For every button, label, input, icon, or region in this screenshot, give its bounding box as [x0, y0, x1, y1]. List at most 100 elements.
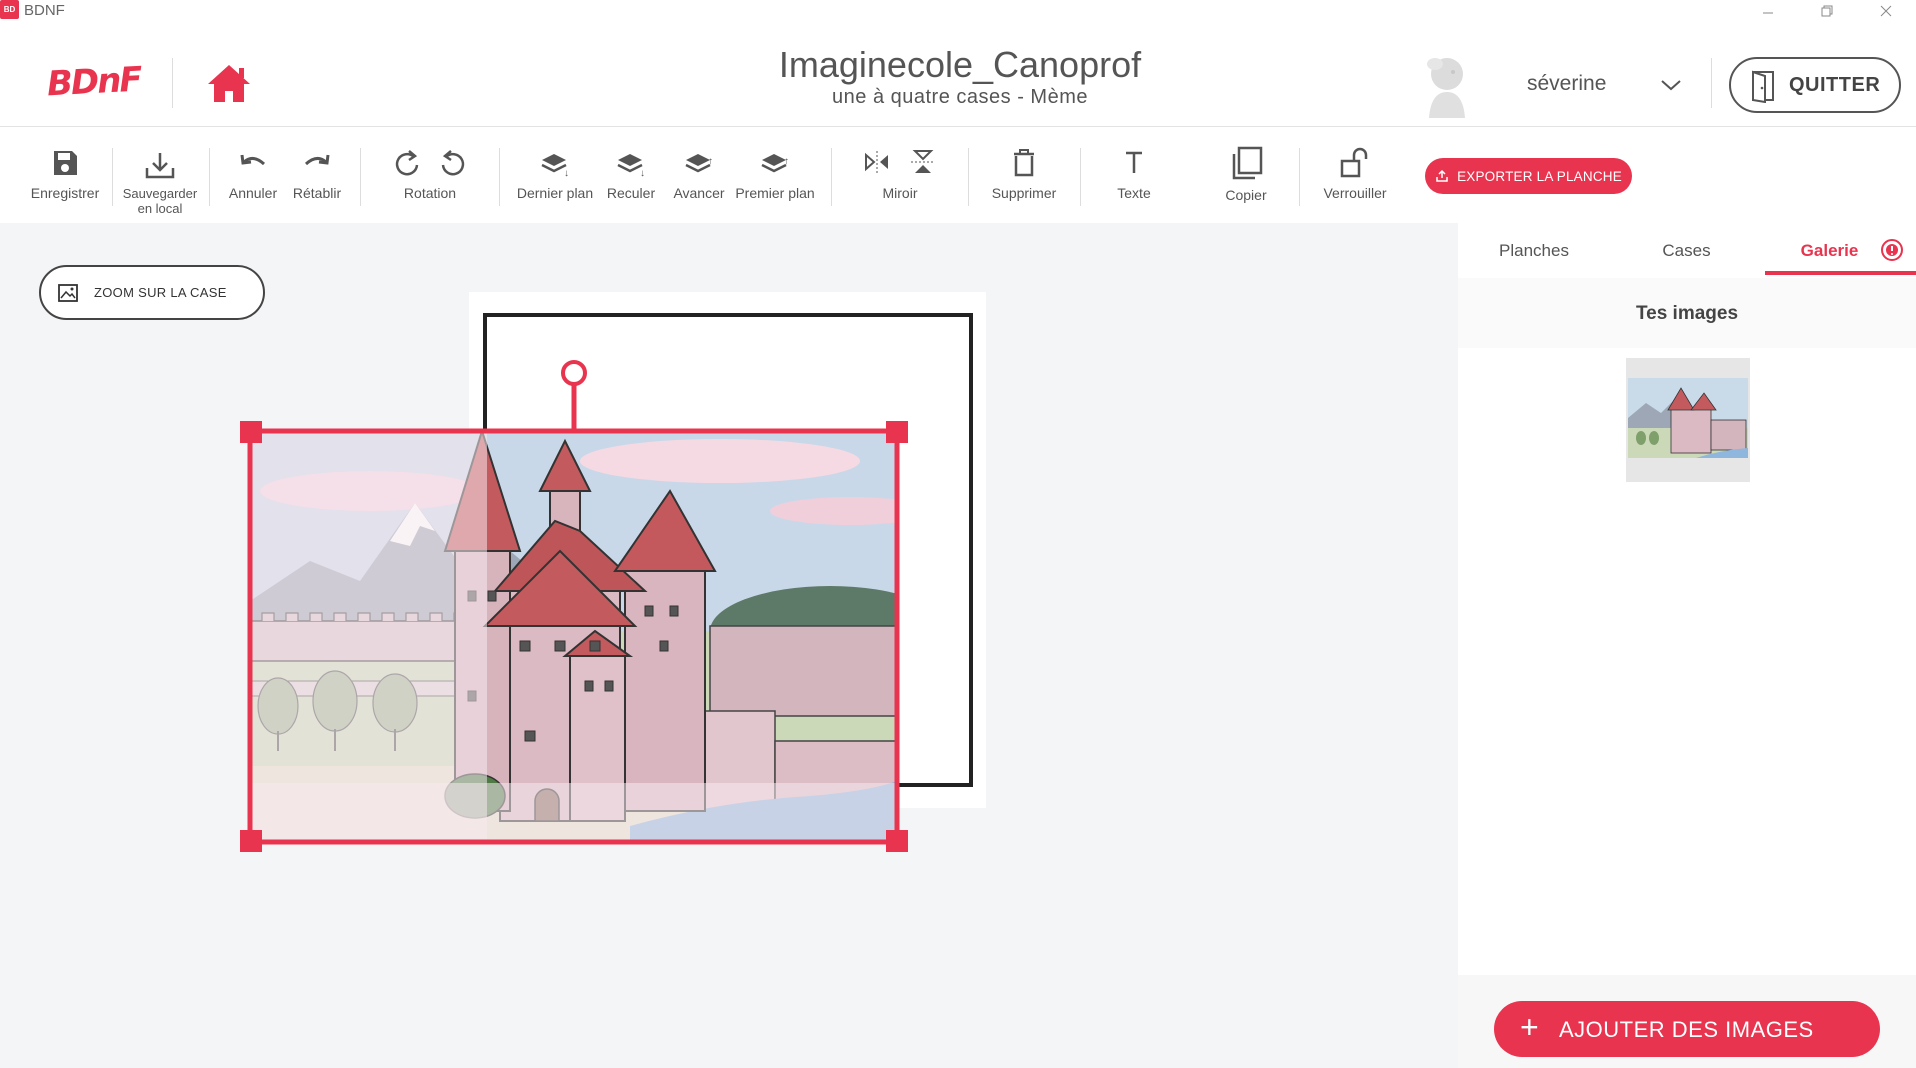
add-images-button[interactable]: + AJOUTER DES IMAGES [1494, 1001, 1880, 1057]
side-panel: Planches Cases Galerie Tes images + AJOU… [1458, 223, 1916, 1068]
svg-text:↓: ↓ [564, 168, 569, 179]
rotate-handle[interactable] [560, 359, 588, 387]
undo-label: Annuler [228, 185, 278, 201]
trash-icon [1014, 149, 1034, 177]
send-backward-button[interactable]: ↓ Reculer [596, 146, 666, 201]
app-name: BDNF [24, 2, 65, 19]
rotation-group: Rotation [380, 146, 480, 201]
unlock-icon [1340, 147, 1368, 178]
app-header: BDnF Imaginecole_Canoprof une à quatre c… [0, 22, 1916, 127]
send-backward-label: Reculer [606, 185, 656, 201]
document-subtitle: une à quatre cases - Mème [832, 86, 1088, 108]
toolbar: Enregistrer Sauvegarder en local Annuler… [0, 128, 1916, 223]
lock-label: Verrouiller [1323, 185, 1387, 201]
minimize-button[interactable] [1745, 0, 1791, 22]
tab-planches[interactable]: Planches [1458, 241, 1610, 261]
text-label: Texte [1117, 185, 1151, 201]
toolbar-divider [499, 148, 500, 206]
layer-top-icon: ↑ [761, 154, 789, 173]
close-window-button[interactable] [1863, 0, 1909, 22]
flip-vertical-icon[interactable] [906, 146, 940, 180]
plus-icon: + [1520, 1009, 1539, 1045]
toolbar-divider [360, 148, 361, 206]
redo-label: Rétablir [292, 185, 342, 201]
redo-icon [304, 154, 330, 166]
layer-down-icon: ↓ [617, 154, 645, 179]
home-button[interactable] [205, 62, 253, 106]
bring-to-front-button[interactable]: ↑ Premier plan [730, 146, 820, 201]
delete-button[interactable]: Supprimer [984, 146, 1064, 201]
save-local-label-2: en local [137, 201, 183, 216]
undo-icon [240, 154, 266, 166]
copy-button[interactable]: Copier [1206, 146, 1286, 203]
toolbar-divider [968, 148, 969, 206]
resize-handle-top-right[interactable] [886, 421, 908, 443]
resize-handle-bottom-left[interactable] [240, 830, 262, 852]
gallery-thumbnail[interactable] [1626, 358, 1750, 482]
minimize-icon [1763, 12, 1773, 14]
export-label: EXPORTER LA PLANCHE [1457, 168, 1622, 184]
text-button[interactable]: Texte [1094, 146, 1174, 201]
toolbar-divider [112, 148, 113, 206]
send-to-back-button[interactable]: ↓ Dernier plan [510, 146, 600, 201]
quit-button[interactable]: QUITTER [1729, 57, 1901, 113]
restore-icon [1821, 5, 1833, 17]
tab-cases[interactable]: Cases [1610, 241, 1763, 261]
rotate-right-icon[interactable] [390, 146, 424, 180]
save-button[interactable]: Enregistrer [25, 146, 105, 201]
restore-button[interactable] [1804, 0, 1850, 22]
home-icon [208, 65, 250, 102]
user-menu-toggle[interactable] [1659, 78, 1683, 92]
close-icon [1880, 5, 1892, 17]
mirror-label: Miroir [882, 185, 918, 201]
redo-button[interactable]: Rétablir [286, 146, 348, 201]
tab-galerie[interactable]: Galerie [1763, 239, 1916, 261]
selection-overlay [247, 383, 900, 845]
bdnf-logo[interactable]: BDnF [46, 60, 142, 105]
resize-handle-top-left[interactable] [240, 421, 262, 443]
download-icon [145, 153, 175, 179]
save-local-label-1: Sauvegarder [122, 186, 198, 201]
gallery-heading: Tes images [1635, 303, 1739, 324]
app-icon: BD [0, 0, 19, 19]
layer-bottom-icon: ↓ [541, 154, 569, 179]
layer-up-icon: ↑ [685, 154, 713, 173]
mirror-group: Miroir [850, 146, 950, 201]
chevron-down-icon [1661, 80, 1681, 91]
tab-galerie-label: Galerie [1800, 241, 1859, 260]
copy-label: Copier [1225, 187, 1267, 203]
toolbar-divider [1299, 148, 1300, 206]
undo-button[interactable]: Annuler [222, 146, 284, 201]
bring-forward-button[interactable]: ↑ Avancer [664, 146, 734, 201]
lock-button[interactable]: Verrouiller [1314, 146, 1396, 201]
flip-horizontal-icon[interactable] [860, 146, 894, 180]
canvas-workspace[interactable]: ZOOM SUR LA CASE [0, 223, 1458, 1068]
add-images-label: AJOUTER DES IMAGES [1559, 1017, 1814, 1042]
quit-label: QUITTER [1789, 74, 1881, 96]
door-icon [1752, 70, 1774, 103]
text-icon [1126, 151, 1142, 173]
active-tab-indicator [1765, 271, 1916, 275]
send-to-back-label: Dernier plan [516, 185, 594, 201]
window-titlebar: BD BDNF [0, 0, 1916, 22]
svg-text:↑: ↑ [784, 156, 789, 167]
header-divider-right [1711, 58, 1712, 108]
copy-icon [1232, 146, 1263, 180]
upload-icon [1436, 169, 1448, 182]
export-board-button[interactable]: EXPORTER LA PLANCHE [1425, 158, 1632, 194]
save-icon [54, 151, 77, 175]
bring-to-front-label: Premier plan [735, 185, 815, 201]
castle-thumbnail-image [1626, 358, 1750, 482]
user-avatar[interactable] [1415, 52, 1480, 120]
rotation-label: Rotation [403, 185, 457, 201]
rotate-left-icon[interactable] [436, 146, 470, 180]
toolbar-divider [831, 148, 832, 206]
svg-text:↑: ↑ [708, 156, 713, 167]
toolbar-divider [209, 148, 210, 206]
toolbar-divider [1080, 148, 1081, 206]
resize-handle-bottom-right[interactable] [886, 830, 908, 852]
bring-forward-label: Avancer [673, 185, 725, 201]
save-local-button[interactable]: Sauvegarder en local [116, 150, 204, 216]
user-name[interactable]: séverine [1527, 72, 1606, 96]
save-label: Enregistrer [30, 185, 100, 201]
